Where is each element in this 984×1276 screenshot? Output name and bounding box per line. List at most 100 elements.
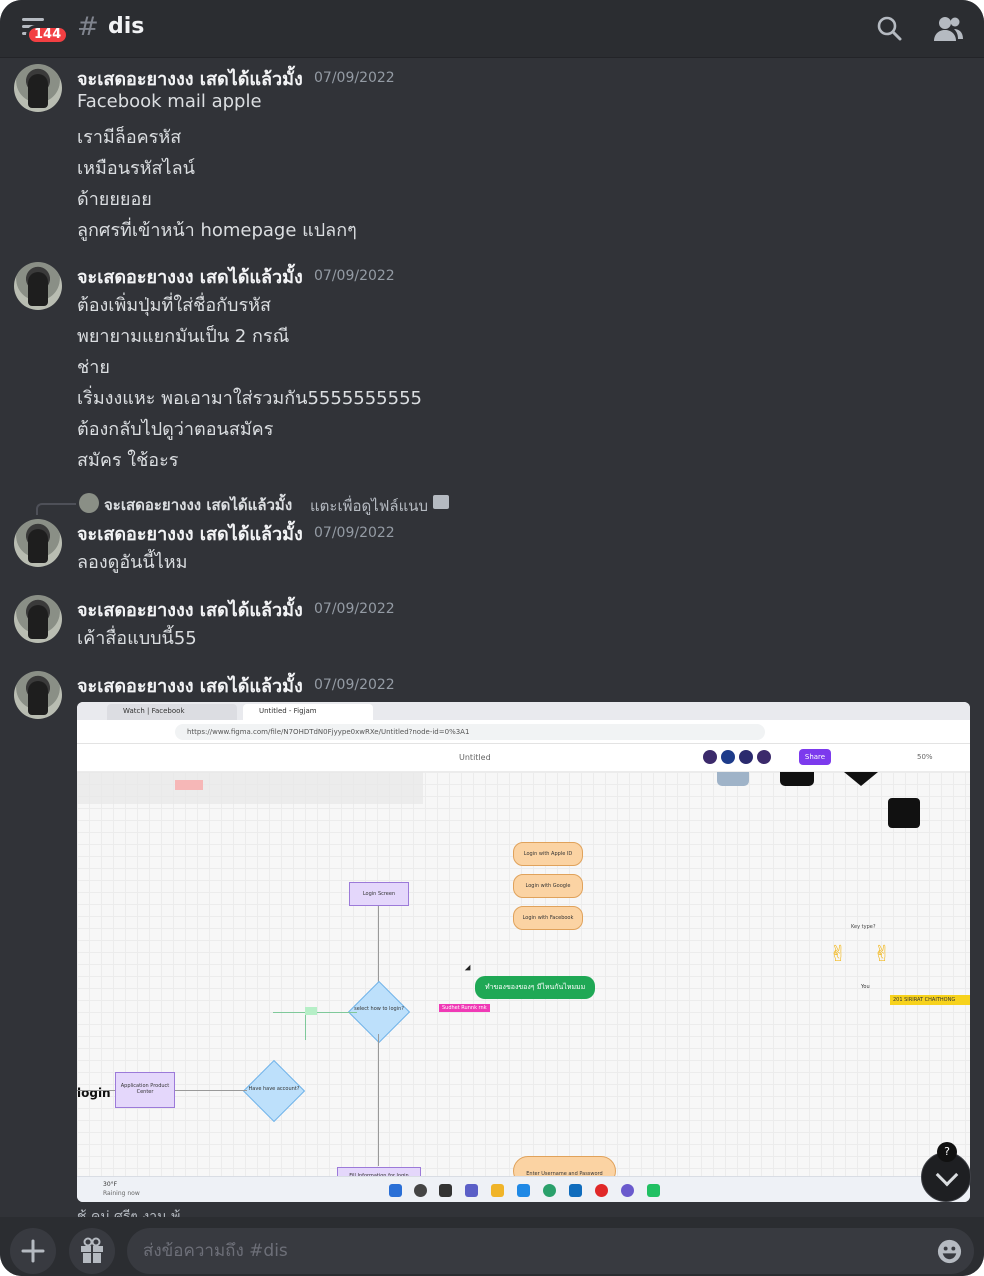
flow-decision-label: select how to login? [354, 1006, 404, 1012]
browser-address-bar: https://www.figma.com/file/N7OHDTdN0Fjyy… [77, 720, 970, 744]
search-icon[interactable] [875, 14, 905, 44]
message-line: Facebook mail apple [77, 91, 262, 112]
message-author[interactable]: จะเสดอะยางงง เสดได้แล้วมั้ง [77, 262, 303, 291]
message-line: ต้องเพิ่มปุ่มที่ใส่ชื่อกับรหัส [77, 295, 271, 316]
flow-decision [347, 980, 411, 1044]
message-line: เค้าสื่อแบบนี้55 [77, 628, 197, 649]
flow-decision-label: Have have account? [248, 1086, 300, 1092]
message-input[interactable] [143, 1236, 923, 1266]
channel-header: 144 # dis [0, 0, 984, 58]
search-icon [414, 1184, 427, 1197]
chat-icon [465, 1184, 478, 1197]
canvas-shape [844, 772, 878, 786]
canvas-note: ทำของของของๆ มีไหนกันไหมมม [475, 976, 596, 999]
message-timestamp: 07/09/2022 [314, 268, 395, 284]
folder-icon [491, 1184, 504, 1197]
flow-tag [305, 1007, 317, 1015]
line-icon [647, 1184, 660, 1197]
message-composer [127, 1228, 974, 1274]
vscode-icon [517, 1184, 530, 1197]
add-attachment-button[interactable] [10, 1228, 56, 1274]
flow-node: Application Product Center [115, 1072, 175, 1108]
image-attachment[interactable]: Watch | Facebook Untitled - Figjam https… [77, 702, 970, 1202]
canvas-shape [717, 772, 749, 786]
sticky-shape [175, 780, 203, 790]
canvas-heading: login [77, 1086, 111, 1100]
reply-connector [36, 503, 76, 515]
message-author[interactable]: จะเสดอะยางงง เสดได้แล้วมั้ง [77, 595, 303, 624]
message-line: เหมือนรหัสไลน์ [77, 158, 195, 179]
browser-tab-strip: Watch | Facebook Untitled - Figjam [77, 702, 970, 720]
mail-icon [569, 1184, 582, 1197]
start-icon [389, 1184, 402, 1197]
message-line: พยายามแยกมันเป็น 2 กรณี [77, 326, 290, 347]
channel-hash-icon: # [77, 12, 99, 42]
avatar[interactable] [14, 64, 62, 112]
reply-preview[interactable]: แตะเพื่อดูไฟล์แนบ [310, 494, 428, 518]
figjam-zoom: 50% [917, 753, 933, 761]
figjam-share-button: Share [799, 749, 831, 765]
discord-app: 144 # dis จะเสดอะยางงง เสดได้แล้วมั้ง 07… [0, 0, 984, 1276]
windows-taskbar: 30°F Raining now [77, 1176, 970, 1202]
canvas-label: You [861, 984, 870, 990]
reply-author[interactable]: จะเสดอะยางงง เสดได้แล้วมั้ง [104, 493, 292, 517]
message-line: ด้ายยยอย [77, 189, 152, 210]
channel-title: dis [108, 14, 145, 39]
hands-emoji: ✌ [873, 942, 892, 967]
avatar[interactable] [14, 595, 62, 643]
avatar[interactable] [14, 262, 62, 310]
flow-connector [175, 1090, 247, 1091]
weather-temp: 30°F [103, 1181, 118, 1188]
browser-tab: Watch | Facebook [107, 704, 237, 720]
edge-icon [543, 1184, 556, 1197]
cursor-icon [464, 964, 474, 974]
emoji-icon[interactable] [936, 1238, 963, 1265]
message-line-peek: ช้ คม่ ศรีๆ งาน พ้ [77, 1209, 181, 1217]
message-line: เริ่มงงแหะ พอเอามาใส่รวมกัน5555555555 [77, 388, 422, 409]
browser-url: https://www.figma.com/file/N7OHDTdN0Fjyy… [175, 724, 765, 740]
plus-icon [21, 1239, 45, 1263]
message-author[interactable]: จะเสดอะยางงง เสดได้แล้วมั้ง [77, 64, 303, 93]
browser-tab: Untitled - Figjam [243, 704, 373, 720]
figjam-file-title: Untitled [459, 753, 491, 762]
taskview-icon [439, 1184, 452, 1197]
message-line: สมัคร ใช้อะร [77, 450, 179, 471]
avatar[interactable] [14, 671, 62, 719]
reply-avatar [79, 493, 99, 513]
message-line: ลูกศรที่เข้าหน้า homepage แปลกๆ [77, 220, 357, 241]
avatar[interactable] [14, 519, 62, 567]
flow-node: Login with Apple ID [513, 842, 583, 866]
message-line: ช่าย [77, 357, 110, 378]
members-icon[interactable] [932, 14, 964, 44]
message-line: ต้องกลับไปดูว่าตอนสมัคร [77, 419, 274, 440]
collaborator-avatars [703, 750, 793, 764]
canvas-shape [888, 798, 920, 828]
flow-connector [378, 906, 379, 986]
canvas-section [77, 772, 423, 804]
flow-node: Login with Facebook [513, 906, 583, 930]
flow-connector [77, 1090, 115, 1091]
message-author[interactable]: จะเสดอะยางงง เสดได้แล้วมั้ง [77, 671, 303, 700]
message-line: เรามีล็อครหัส [77, 127, 182, 148]
weather-desc: Raining now [103, 1190, 140, 1197]
gift-icon [81, 1237, 103, 1263]
collaborator-cursor: Sudhet Runnk rnk [439, 1004, 490, 1012]
message-timestamp: 07/09/2022 [314, 677, 395, 693]
message-timestamp: 07/09/2022 [314, 601, 395, 617]
figjam-canvas: Login Screen Login with Apple ID Login w… [77, 772, 970, 1202]
message-line: ลองดูอันนี้ไหม [77, 552, 188, 573]
flow-node: Login with Google [513, 874, 583, 898]
collaborator-cursor: 201 SIRIRAT CHAITHONG [890, 995, 970, 1005]
help-badge: ? [937, 1142, 957, 1162]
flow-node: Login Screen [349, 882, 409, 906]
figjam-toolbar: Untitled Share 50% [77, 744, 970, 772]
message-timestamp: 07/09/2022 [314, 525, 395, 541]
flow-connector [378, 1034, 379, 1166]
messenger-icon [621, 1184, 634, 1197]
canvas-label: Key type? [851, 924, 876, 930]
image-icon [433, 495, 449, 509]
gift-button[interactable] [69, 1228, 115, 1274]
opera-icon [595, 1184, 608, 1197]
unread-badge: 144 [26, 25, 70, 45]
message-author[interactable]: จะเสดอะยางงง เสดได้แล้วมั้ง [77, 519, 303, 548]
